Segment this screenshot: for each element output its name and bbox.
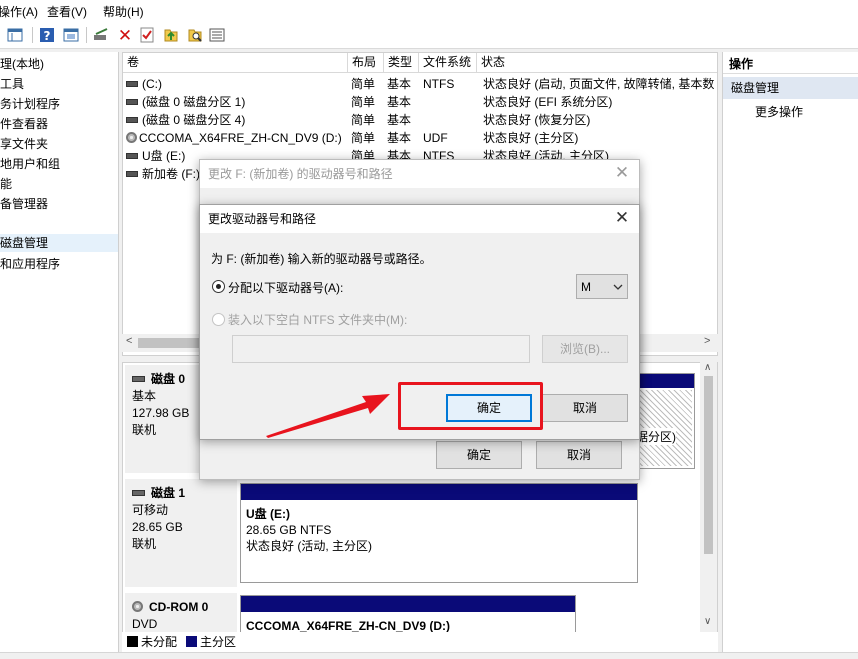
list-icon[interactable]: [208, 26, 226, 44]
cd-icon: [132, 601, 143, 613]
dialog-title: 更改驱动器号和路径: [200, 205, 639, 233]
checklist-icon[interactable]: [138, 26, 156, 44]
close-icon[interactable]: ✕: [613, 164, 631, 182]
mount-folder-radio[interactable]: [212, 313, 225, 326]
drive-icon: [126, 152, 138, 159]
menu-help[interactable]: 帮助(H): [103, 3, 144, 20]
drive-icon: [126, 170, 138, 177]
highlight-box: [398, 382, 543, 430]
actions-section-disk-management[interactable]: 磁盘管理: [723, 77, 858, 99]
delete-icon[interactable]: ✕: [116, 26, 134, 44]
tree-item-system-tools[interactable]: 工具: [0, 75, 24, 93]
scroll-thumb[interactable]: [704, 376, 713, 554]
cancel-button[interactable]: 取消: [542, 394, 628, 422]
tree-item-services-apps[interactable]: 和应用程序: [0, 255, 60, 273]
scroll-left-icon[interactable]: <: [126, 335, 132, 347]
help-icon[interactable]: ?: [38, 26, 56, 44]
tree-item-task-scheduler[interactable]: 务计划程序: [0, 95, 60, 113]
tree-item-computer-management[interactable]: 理(本地): [0, 55, 44, 73]
col-type[interactable]: 类型: [384, 53, 419, 73]
table-row[interactable]: (C:) 简单 基本 NTFS 状态良好 (启动, 页面文件, 故障转储, 基本…: [123, 75, 717, 93]
console-tree: 理(本地) 工具 务计划程序 件查看器 享文件夹 地用户和组 能 备管理器 磁盘…: [0, 52, 119, 652]
unallocated-swatch: [127, 636, 138, 648]
disk1-label[interactable]: 磁盘 1 可移动 28.65 GB 联机: [125, 479, 237, 587]
scroll-right-icon[interactable]: >: [704, 335, 710, 347]
upload-icon[interactable]: [162, 26, 180, 44]
menu-view[interactable]: 查看(V): [47, 3, 87, 20]
assign-letter-radio[interactable]: [212, 280, 225, 293]
table-row[interactable]: (磁盘 0 磁盘分区 4) 简单 基本 状态良好 (恢复分区): [123, 111, 717, 129]
scroll-thumb[interactable]: [138, 338, 208, 348]
legend: 未分配 主分区: [122, 632, 718, 652]
disk-icon: [132, 375, 145, 382]
tree-item-disk-management[interactable]: 磁盘管理: [0, 234, 118, 252]
search-icon[interactable]: [186, 26, 204, 44]
connect-icon[interactable]: [92, 26, 110, 44]
properties-icon[interactable]: [62, 26, 80, 44]
actions-pane: 操作 磁盘管理 更多操作: [722, 52, 858, 652]
chevron-down-icon: [613, 284, 623, 290]
toolbar: ? ✕: [0, 22, 858, 49]
menu-bar: 操作(A) 查看(V) 帮助(H): [0, 0, 858, 22]
cd-icon: [126, 132, 137, 144]
close-icon[interactable]: ✕: [613, 209, 631, 227]
primary-swatch: [186, 636, 197, 648]
table-row[interactable]: (磁盘 0 磁盘分区 1) 简单 基本 状态良好 (EFI 系统分区): [123, 93, 717, 111]
assign-letter-label[interactable]: 分配以下驱动器号(A):: [228, 279, 343, 296]
console-tree-icon[interactable]: [6, 26, 24, 44]
status-bar: [0, 652, 858, 659]
drive-icon: [126, 80, 138, 87]
tree-item-shared-folders[interactable]: 享文件夹: [0, 135, 48, 153]
svg-text:?: ?: [44, 29, 51, 43]
drive-letter-select[interactable]: M: [576, 274, 628, 299]
tree-item-performance[interactable]: 能: [0, 175, 12, 193]
outer-cancel-button[interactable]: 取消: [536, 441, 622, 469]
table-row[interactable]: CCCOMA_X64FRE_ZH-CN_DV9 (D:) 简单 基本 UDF 状…: [123, 129, 717, 147]
actions-header: 操作: [723, 54, 858, 74]
col-volume[interactable]: 卷: [123, 53, 348, 73]
disk-map-vscrollbar[interactable]: ∧ ∨: [700, 362, 717, 632]
arrow-icon: [266, 394, 390, 438]
col-layout[interactable]: 布局: [348, 53, 384, 73]
tree-item-event-viewer[interactable]: 件查看器: [0, 115, 48, 133]
outer-dialog-title: 更改 F: (新加卷) 的驱动器号和路径: [200, 160, 639, 188]
scroll-down-icon[interactable]: ∨: [704, 616, 711, 627]
disk-icon: [132, 489, 145, 496]
tree-item-device-manager[interactable]: 备管理器: [0, 195, 48, 213]
more-actions-link[interactable]: 更多操作: [755, 103, 803, 121]
browse-button[interactable]: 浏览(B)...: [542, 335, 628, 363]
tree-item-local-users[interactable]: 地用户和组: [0, 155, 60, 173]
menu-action[interactable]: 操作(A): [0, 3, 38, 20]
mount-folder-label[interactable]: 装入以下空白 NTFS 文件夹中(M):: [228, 311, 407, 328]
mount-folder-path-input[interactable]: [232, 335, 530, 363]
scroll-up-icon[interactable]: ∧: [704, 362, 711, 373]
disk1-partition-usb[interactable]: U盘 (E:) 28.65 GB NTFS 状态良好 (活动, 主分区): [240, 483, 638, 583]
drive-icon: [126, 98, 138, 105]
col-filesystem[interactable]: 文件系统: [419, 53, 477, 73]
col-status[interactable]: 状态: [477, 53, 717, 73]
outer-ok-button[interactable]: 确定: [436, 441, 522, 469]
dialog-prompt: 为 F: (新加卷) 输入新的驱动器号或路径。: [211, 252, 432, 266]
drive-icon: [126, 116, 138, 123]
